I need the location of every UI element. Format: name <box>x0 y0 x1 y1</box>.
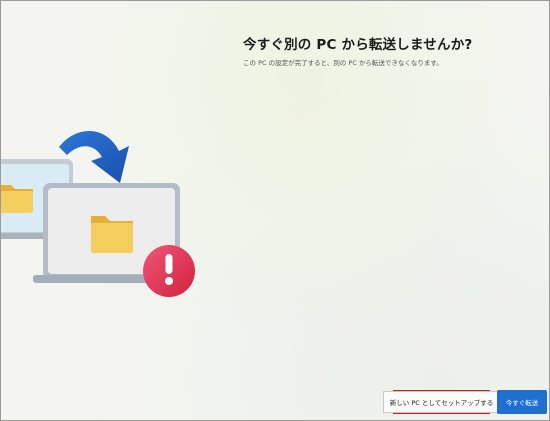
page-title: 今すぐ別の PC から転送しませんか? <box>243 37 473 53</box>
page-subtitle: この PC の設定が完了すると、別の PC から転送できなくなります。 <box>243 59 443 67</box>
source-folder-icon <box>1 185 33 213</box>
setup-new-pc-button[interactable]: 新しい PC としてセットアップする <box>382 390 501 414</box>
transfer-illustration <box>1 130 195 297</box>
target-folder-icon <box>91 216 133 253</box>
setup-window: 今すぐ別の PC から転送しませんか? この PC の設定が完了すると、別の P… <box>0 0 550 421</box>
warning-icon <box>143 245 195 297</box>
transfer-now-button[interactable]: 今すぐ転送 <box>497 390 547 414</box>
setup-new-pc-label: 新しい PC としてセットアップする <box>382 391 501 413</box>
